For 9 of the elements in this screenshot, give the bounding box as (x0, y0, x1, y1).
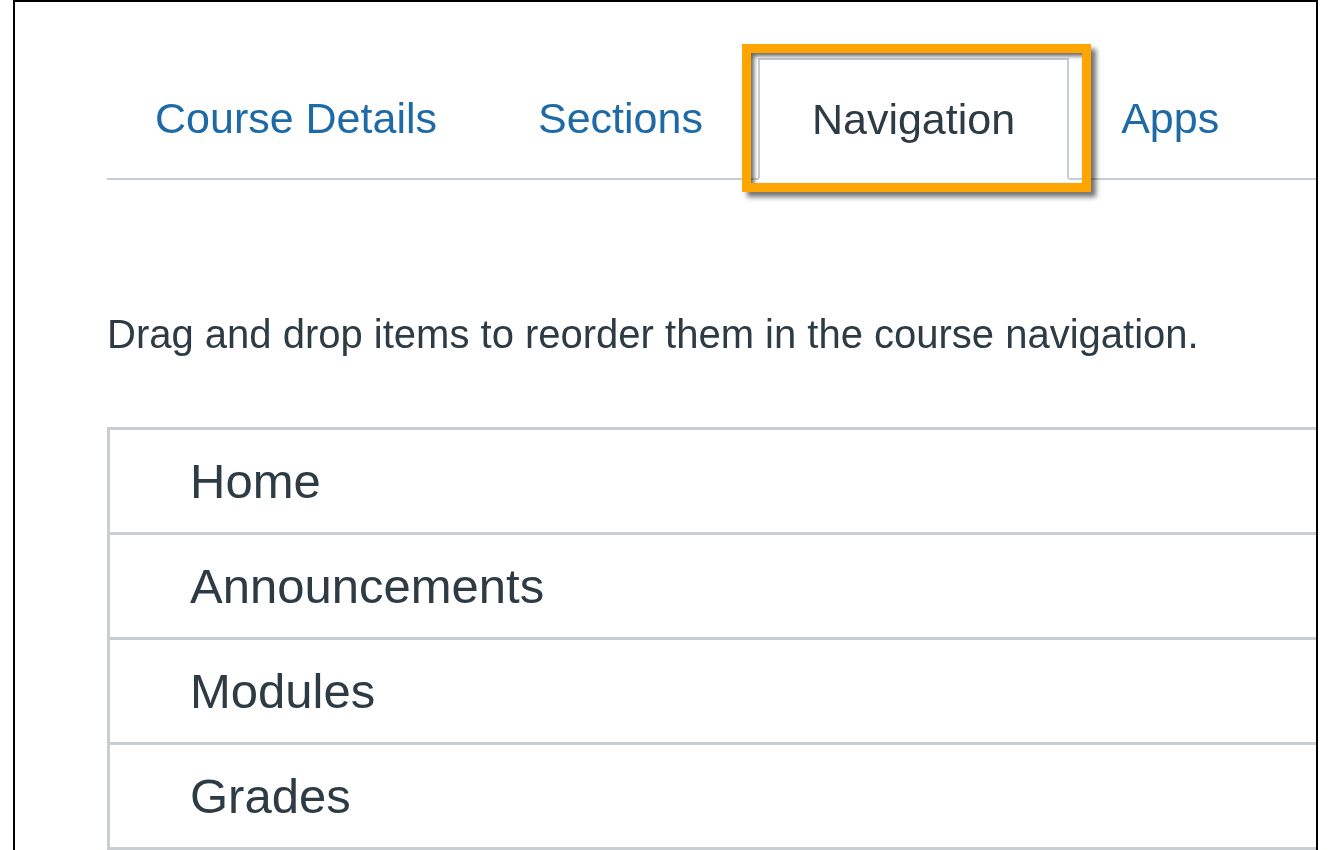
nav-item[interactable]: Grades (110, 745, 1316, 850)
nav-item[interactable]: Home (110, 430, 1316, 535)
tab[interactable]: Navigation (757, 58, 1070, 180)
tab[interactable]: Apps (1073, 58, 1273, 178)
nav-item[interactable]: Announcements (110, 535, 1316, 640)
tab[interactable]: Course Details (107, 58, 490, 178)
tab[interactable]: Sections (490, 58, 756, 178)
instructions-text: Drag and drop items to reorder them in the course navigation. (107, 312, 1200, 357)
nav-item[interactable]: Modules (110, 640, 1316, 745)
